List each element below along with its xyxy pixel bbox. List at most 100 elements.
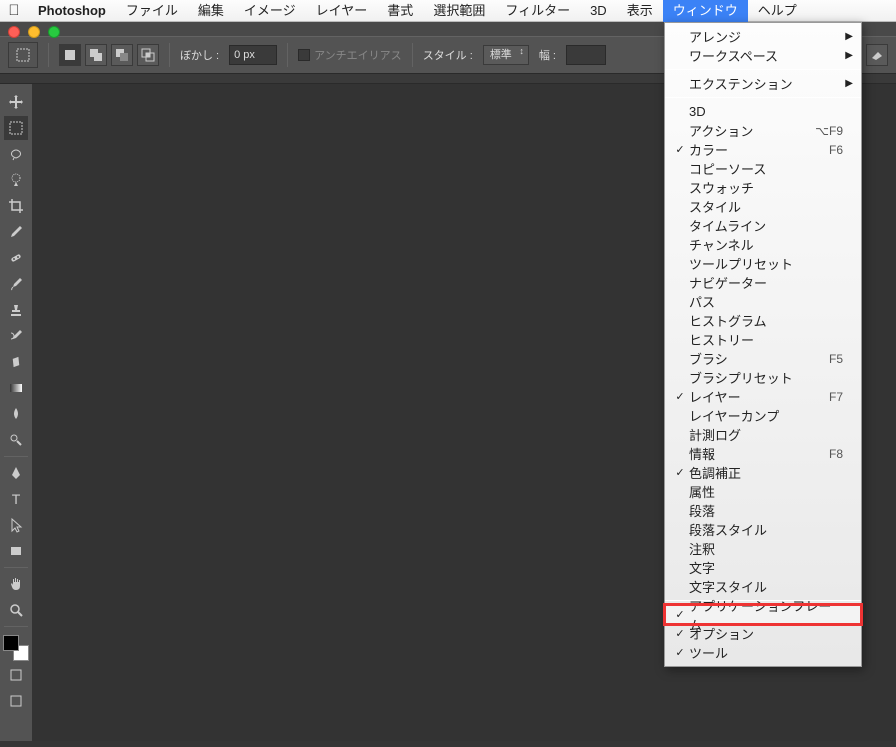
menubar-item-ヘルプ[interactable]: ヘルプ (748, 0, 807, 22)
menu-shortcut: F8 (829, 447, 843, 461)
svg-text:T: T (12, 491, 21, 507)
menu-item-3D[interactable]: 3D (665, 102, 861, 121)
menu-item-色調補正[interactable]: ✓色調補正 (665, 463, 861, 482)
path-select-tool[interactable] (4, 513, 28, 537)
tool-divider (4, 626, 28, 627)
dodge-tool[interactable] (4, 428, 28, 452)
menubar-item-レイヤー[interactable]: レイヤー (306, 0, 378, 22)
menu-item-スタイル[interactable]: スタイル (665, 197, 861, 216)
crop-tool[interactable] (4, 194, 28, 218)
marquee-tool[interactable] (4, 116, 28, 140)
menu-item-段落[interactable]: 段落 (665, 501, 861, 520)
close-window-button[interactable] (8, 26, 20, 38)
move-tool[interactable] (4, 90, 28, 114)
screen-mode-icon[interactable] (4, 689, 28, 713)
menu-item-label: ツールプリセット (687, 254, 843, 273)
menu-item-ヒストグラム[interactable]: ヒストグラム (665, 311, 861, 330)
menu-item-ヒストリー[interactable]: ヒストリー (665, 330, 861, 349)
app-name[interactable]: Photoshop (28, 3, 116, 18)
eyedropper-tool[interactable] (4, 220, 28, 244)
width-input (566, 45, 606, 65)
menu-item-チャンネル[interactable]: チャンネル (665, 235, 861, 254)
menubar-item-イメージ[interactable]: イメージ (234, 0, 306, 22)
foreground-color-swatch[interactable] (3, 635, 19, 651)
menu-item-コピーソース[interactable]: コピーソース (665, 159, 861, 178)
history-brush-tool[interactable] (4, 324, 28, 348)
menu-item-label: スウォッチ (687, 178, 843, 197)
rectangle-tool[interactable] (4, 539, 28, 563)
menu-item-タイムライン[interactable]: タイムライン (665, 216, 861, 235)
eraser-tool[interactable] (4, 350, 28, 374)
menu-item-ワークスペース[interactable]: ワークスペース▶ (665, 46, 861, 65)
menu-item-ツールプリセット[interactable]: ツールプリセット (665, 254, 861, 273)
menu-item-label: パス (687, 292, 843, 311)
menu-item-情報[interactable]: 情報F8 (665, 444, 861, 463)
color-swatches[interactable] (3, 635, 29, 661)
divider (169, 43, 170, 67)
menu-item-カラー[interactable]: ✓カラーF6 (665, 140, 861, 159)
menubar-item-選択範囲[interactable]: 選択範囲 (423, 0, 495, 22)
lasso-tool[interactable] (4, 142, 28, 166)
minimize-window-button[interactable] (28, 26, 40, 38)
menu-item-label: 注釈 (687, 539, 843, 558)
menu-item-パス[interactable]: パス (665, 292, 861, 311)
submenu-arrow-icon: ▶ (845, 78, 853, 89)
menu-item-アプリケーションフレーム[interactable]: ✓アプリケーションフレーム (665, 605, 861, 624)
menu-item-レイヤー[interactable]: ✓レイヤーF7 (665, 387, 861, 406)
menubar-item-表示[interactable]: 表示 (617, 0, 663, 22)
menu-item-label: 色調補正 (687, 463, 843, 482)
menubar-item-書式[interactable]: 書式 (377, 0, 423, 22)
menubar-item-3D[interactable]: 3D (580, 0, 617, 22)
menu-shortcut: F5 (829, 352, 843, 366)
menu-separator (665, 97, 861, 98)
brush-tool[interactable] (4, 272, 28, 296)
selection-subtract-button[interactable] (111, 44, 133, 66)
menu-separator (665, 69, 861, 70)
feather-input[interactable] (229, 45, 277, 65)
pen-tool[interactable] (4, 461, 28, 485)
menu-item-アクション[interactable]: アクション⌥F9 (665, 121, 861, 140)
selection-new-button[interactable] (59, 44, 81, 66)
type-tool[interactable]: T (4, 487, 28, 511)
menu-item-ブラシ[interactable]: ブラシF5 (665, 349, 861, 368)
menubar-item-ウィンドウ[interactable]: ウィンドウ (663, 0, 748, 22)
blur-tool[interactable] (4, 402, 28, 426)
menu-item-スウォッチ[interactable]: スウォッチ (665, 178, 861, 197)
zoom-window-button[interactable] (48, 26, 60, 38)
menu-item-label: カラー (687, 140, 829, 159)
menu-item-段落スタイル[interactable]: 段落スタイル (665, 520, 861, 539)
selection-add-button[interactable] (85, 44, 107, 66)
menu-item-label: チャンネル (687, 235, 843, 254)
apple-menu-icon[interactable]:  (0, 2, 28, 19)
menu-item-ブラシプリセット[interactable]: ブラシプリセット (665, 368, 861, 387)
gradient-tool[interactable] (4, 376, 28, 400)
quick-mask-icon[interactable] (4, 663, 28, 687)
quick-select-tool[interactable] (4, 168, 28, 192)
menu-item-計測ログ[interactable]: 計測ログ (665, 425, 861, 444)
menu-item-label: ヒストリー (687, 330, 843, 349)
menu-item-文字[interactable]: 文字 (665, 558, 861, 577)
current-tool-icon[interactable] (8, 42, 38, 68)
selection-intersect-button[interactable] (137, 44, 159, 66)
healing-tool[interactable] (4, 246, 28, 270)
menu-item-レイヤーカンプ[interactable]: レイヤーカンプ (665, 406, 861, 425)
menu-item-アレンジ[interactable]: アレンジ▶ (665, 27, 861, 46)
check-icon: ✓ (673, 390, 687, 403)
menubar-item-ファイル[interactable]: ファイル (116, 0, 188, 22)
menu-item-ナビゲーター[interactable]: ナビゲーター (665, 273, 861, 292)
menu-item-文字スタイル[interactable]: 文字スタイル (665, 577, 861, 596)
menu-item-label: 3D (687, 104, 843, 119)
menu-item-label: 情報 (687, 444, 829, 463)
hand-tool[interactable] (4, 572, 28, 596)
style-select[interactable]: 標準 ↕ (483, 45, 529, 65)
menu-item-属性[interactable]: 属性 (665, 482, 861, 501)
menu-item-エクステンション[interactable]: エクステンション▶ (665, 74, 861, 93)
menu-item-注釈[interactable]: 注釈 (665, 539, 861, 558)
menubar-item-フィルター[interactable]: フィルター (495, 0, 580, 22)
stamp-tool[interactable] (4, 298, 28, 322)
menubar-item-編集[interactable]: 編集 (188, 0, 234, 22)
refine-edge-button[interactable] (866, 44, 888, 66)
menu-item-ツール[interactable]: ✓ツール (665, 643, 861, 662)
zoom-tool[interactable] (4, 598, 28, 622)
menu-item-label: ブラシ (687, 349, 829, 368)
